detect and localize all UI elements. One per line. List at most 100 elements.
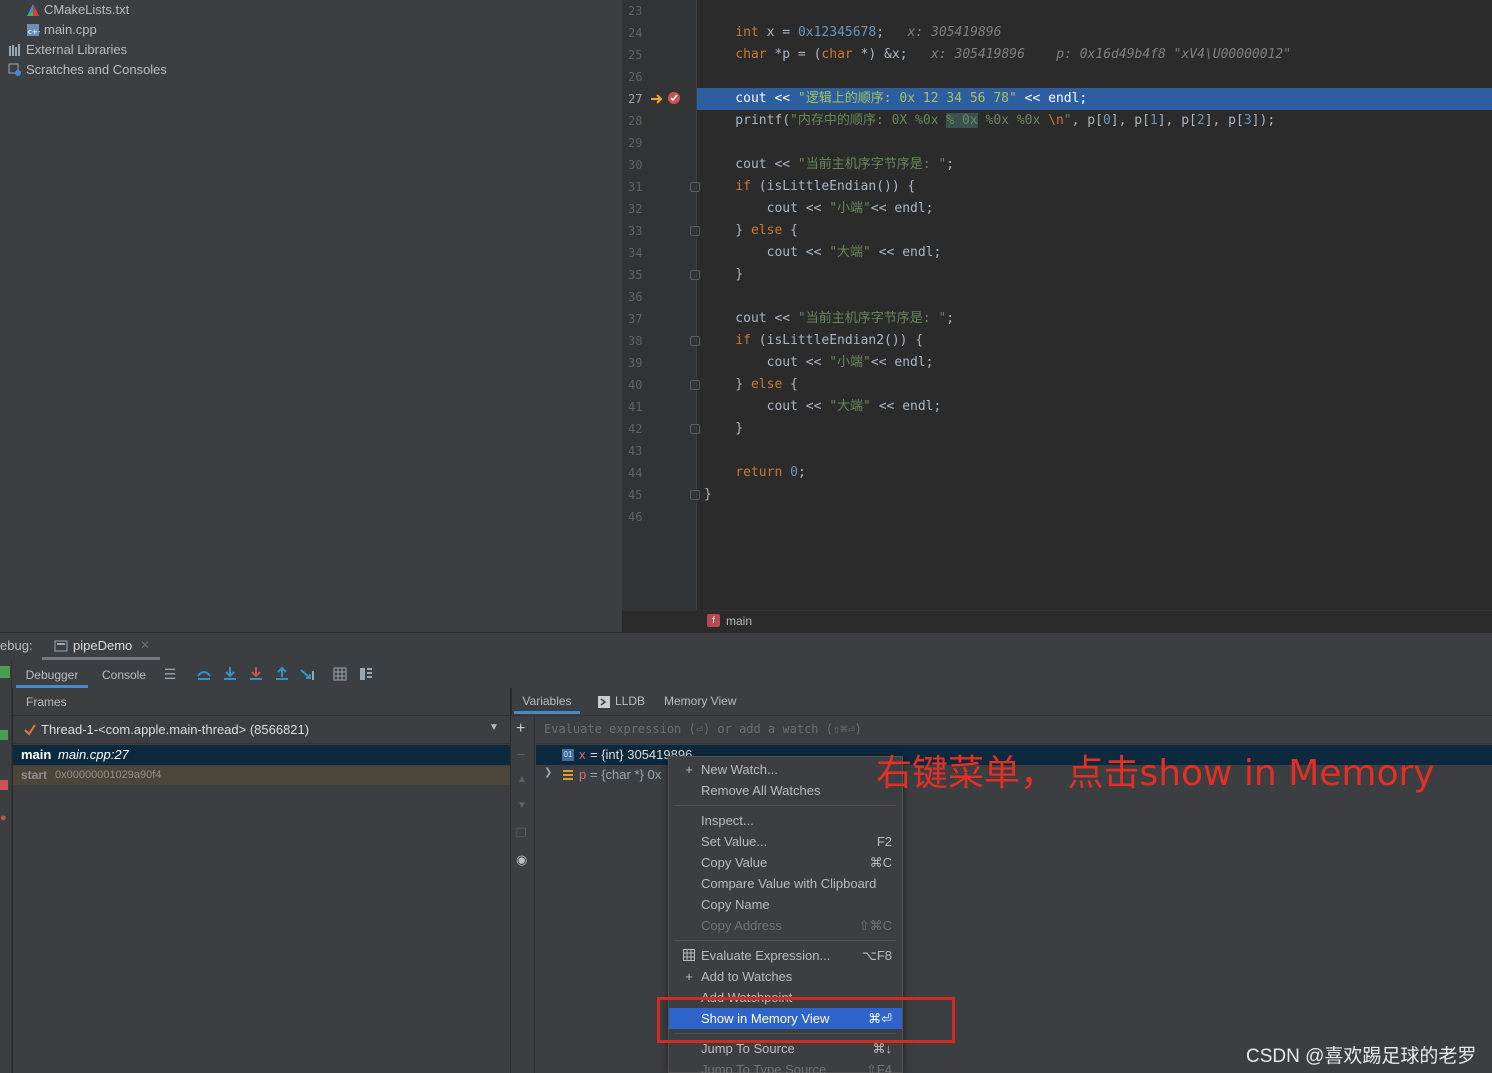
force-step-into-icon[interactable] xyxy=(248,666,264,682)
plus-icon: + xyxy=(685,762,693,777)
code-line-33: } else { xyxy=(704,223,798,238)
step-over-icon[interactable] xyxy=(196,666,212,682)
tab-debugger[interactable]: Debugger xyxy=(16,662,88,688)
menu-item-inspect[interactable]: Inspect... xyxy=(669,810,902,831)
fold-marker-icon[interactable] xyxy=(690,226,700,236)
breadcrumb-label[interactable]: main xyxy=(726,614,752,628)
variable-name: x xyxy=(579,747,586,762)
chevron-down-icon[interactable]: ▼ xyxy=(489,722,499,733)
line-number: 31 xyxy=(628,180,643,194)
evaluate-expression-icon[interactable] xyxy=(332,666,348,682)
menu-item-copy-address[interactable]: Copy Address ⇧⌘C xyxy=(669,915,902,936)
line-number: 30 xyxy=(628,158,643,172)
restore-layout-icon[interactable] xyxy=(358,666,374,682)
show-watches-icon[interactable]: ◉ xyxy=(516,852,527,868)
resume-icon[interactable] xyxy=(0,666,10,678)
menu-item-evaluate-expression[interactable]: Evaluate Expression... ⌥F8 xyxy=(669,945,902,966)
fold-marker-icon[interactable] xyxy=(690,270,700,280)
code-line-34: cout << "大端" << endl; xyxy=(704,245,942,260)
menu-item-compare-clipboard[interactable]: Compare Value with Clipboard xyxy=(669,873,902,894)
add-watch-icon[interactable]: + xyxy=(516,720,525,738)
duplicate-watch-icon[interactable]: ❐ xyxy=(516,826,527,840)
code-line-42: } xyxy=(704,421,744,436)
step-out-icon[interactable] xyxy=(274,666,290,682)
code-line-31: if (isLittleEndian()) { xyxy=(735,179,916,194)
code-line-41: cout << "大端" << endl; xyxy=(704,399,942,414)
line-number: 29 xyxy=(628,136,643,150)
line-number: 35 xyxy=(628,268,643,282)
line-number: 41 xyxy=(628,400,643,414)
step-into-icon[interactable] xyxy=(222,666,238,682)
view-breakpoints-icon[interactable]: ● xyxy=(0,812,8,824)
line-number: 37 xyxy=(628,312,643,326)
tree-item-cmakelists[interactable]: CMakeLists.txt xyxy=(26,0,129,20)
project-tree-panel: CMakeLists.txt c++ main.cpp External Lib… xyxy=(0,0,622,632)
layout-menu-icon[interactable]: ☰ xyxy=(162,666,178,682)
menu-item-jump-to-type-source[interactable]: Jump To Type Source ⇧F4 xyxy=(669,1059,902,1073)
frame-row[interactable]: start 0x00000001029a90f4 xyxy=(13,766,510,785)
int-type-icon: 01 xyxy=(562,749,574,761)
code-line-25: char *p = (char *) &x; x: 305419896 p: 0… xyxy=(735,47,1292,62)
breakpoint-icon[interactable] xyxy=(667,91,681,105)
tab-memory-view[interactable]: Memory View xyxy=(664,688,736,714)
code-line-39: cout << "小端"<< endl; xyxy=(704,355,934,370)
cmake-file-icon xyxy=(26,3,40,17)
tree-item-main-cpp[interactable]: c++ main.cpp xyxy=(26,20,97,40)
run-config-icon xyxy=(54,640,68,652)
tab-lldb[interactable]: LLDB xyxy=(615,688,645,714)
editor-breadcrumb[interactable] xyxy=(622,610,1492,632)
line-number: 39 xyxy=(628,356,643,370)
frames-header xyxy=(13,688,510,716)
line-number: 42 xyxy=(628,422,643,436)
frame-row-selected[interactable]: main main.cpp:27 xyxy=(13,745,510,765)
close-tab-icon[interactable]: ✕ xyxy=(140,638,150,652)
tree-item-external-libraries[interactable]: External Libraries xyxy=(8,40,127,60)
scratches-icon xyxy=(8,63,22,77)
stop-icon[interactable] xyxy=(0,780,8,790)
menu-item-copy-value[interactable]: Copy Value ⌘C xyxy=(669,852,902,873)
menu-item-new-watch[interactable]: + New Watch... xyxy=(669,759,902,780)
menu-item-set-value[interactable]: Set Value... F2 xyxy=(669,831,902,852)
variable-value: = {char *} 0x xyxy=(590,767,662,782)
fold-marker-icon[interactable] xyxy=(690,182,700,192)
line-number: 43 xyxy=(628,444,643,458)
line-number: 36 xyxy=(628,290,643,304)
remove-watch-icon[interactable]: − xyxy=(517,746,525,762)
code-line-24: int x = 0x12345678; x: 305419896 xyxy=(735,25,1002,40)
chevron-right-icon[interactable]: ❯ xyxy=(544,767,552,778)
line-number: 26 xyxy=(628,70,643,84)
fold-marker-icon[interactable] xyxy=(690,336,700,346)
session-tab-label: pipeDemo xyxy=(73,638,133,653)
rerun-icon[interactable] xyxy=(0,730,8,740)
menu-separator xyxy=(675,805,896,806)
tree-item-label: main.cpp xyxy=(44,22,97,37)
line-number: 45 xyxy=(628,488,643,502)
run-to-cursor-icon[interactable] xyxy=(300,666,316,682)
menu-item-remove-all-watches[interactable]: Remove All Watches xyxy=(669,780,902,801)
variables-header xyxy=(511,688,1492,716)
move-up-icon[interactable]: ▲ xyxy=(517,774,527,785)
fold-marker-icon[interactable] xyxy=(690,490,700,500)
fold-marker-icon[interactable] xyxy=(690,380,700,390)
tree-item-scratches[interactable]: Scratches and Consoles xyxy=(8,60,167,80)
fold-marker-icon[interactable] xyxy=(690,424,700,434)
tab-variables[interactable]: Variables xyxy=(514,688,580,714)
variable-name: p xyxy=(579,767,587,782)
svg-text:c++: c++ xyxy=(28,28,40,36)
code-line-37: cout << "当前主机序字节序是: "; xyxy=(704,311,955,326)
menu-item-copy-name[interactable]: Copy Name xyxy=(669,894,902,915)
inline-value: x: 305419896 xyxy=(907,25,1002,40)
frame-name: start xyxy=(21,768,48,782)
move-down-icon[interactable]: ▼ xyxy=(517,800,527,811)
add-watch-icon: + xyxy=(685,969,693,984)
code-line-44: return 0; xyxy=(735,465,806,480)
tree-item-label: Scratches and Consoles xyxy=(26,62,167,77)
code-line-28: printf("内存中的顺序: 0X %0x % 0x %0x %0x \n",… xyxy=(704,113,1276,128)
tree-item-label: External Libraries xyxy=(26,42,128,57)
line-number: 40 xyxy=(628,378,643,392)
debug-tool-window-header xyxy=(0,632,1492,660)
menu-item-add-to-watches[interactable]: + Add to Watches xyxy=(669,966,902,987)
inline-value: p: 0x16d49b4f8 "xV4\U00000012" xyxy=(1056,47,1292,62)
tab-console[interactable]: Console xyxy=(94,662,154,688)
lldb-console-icon xyxy=(598,696,610,708)
